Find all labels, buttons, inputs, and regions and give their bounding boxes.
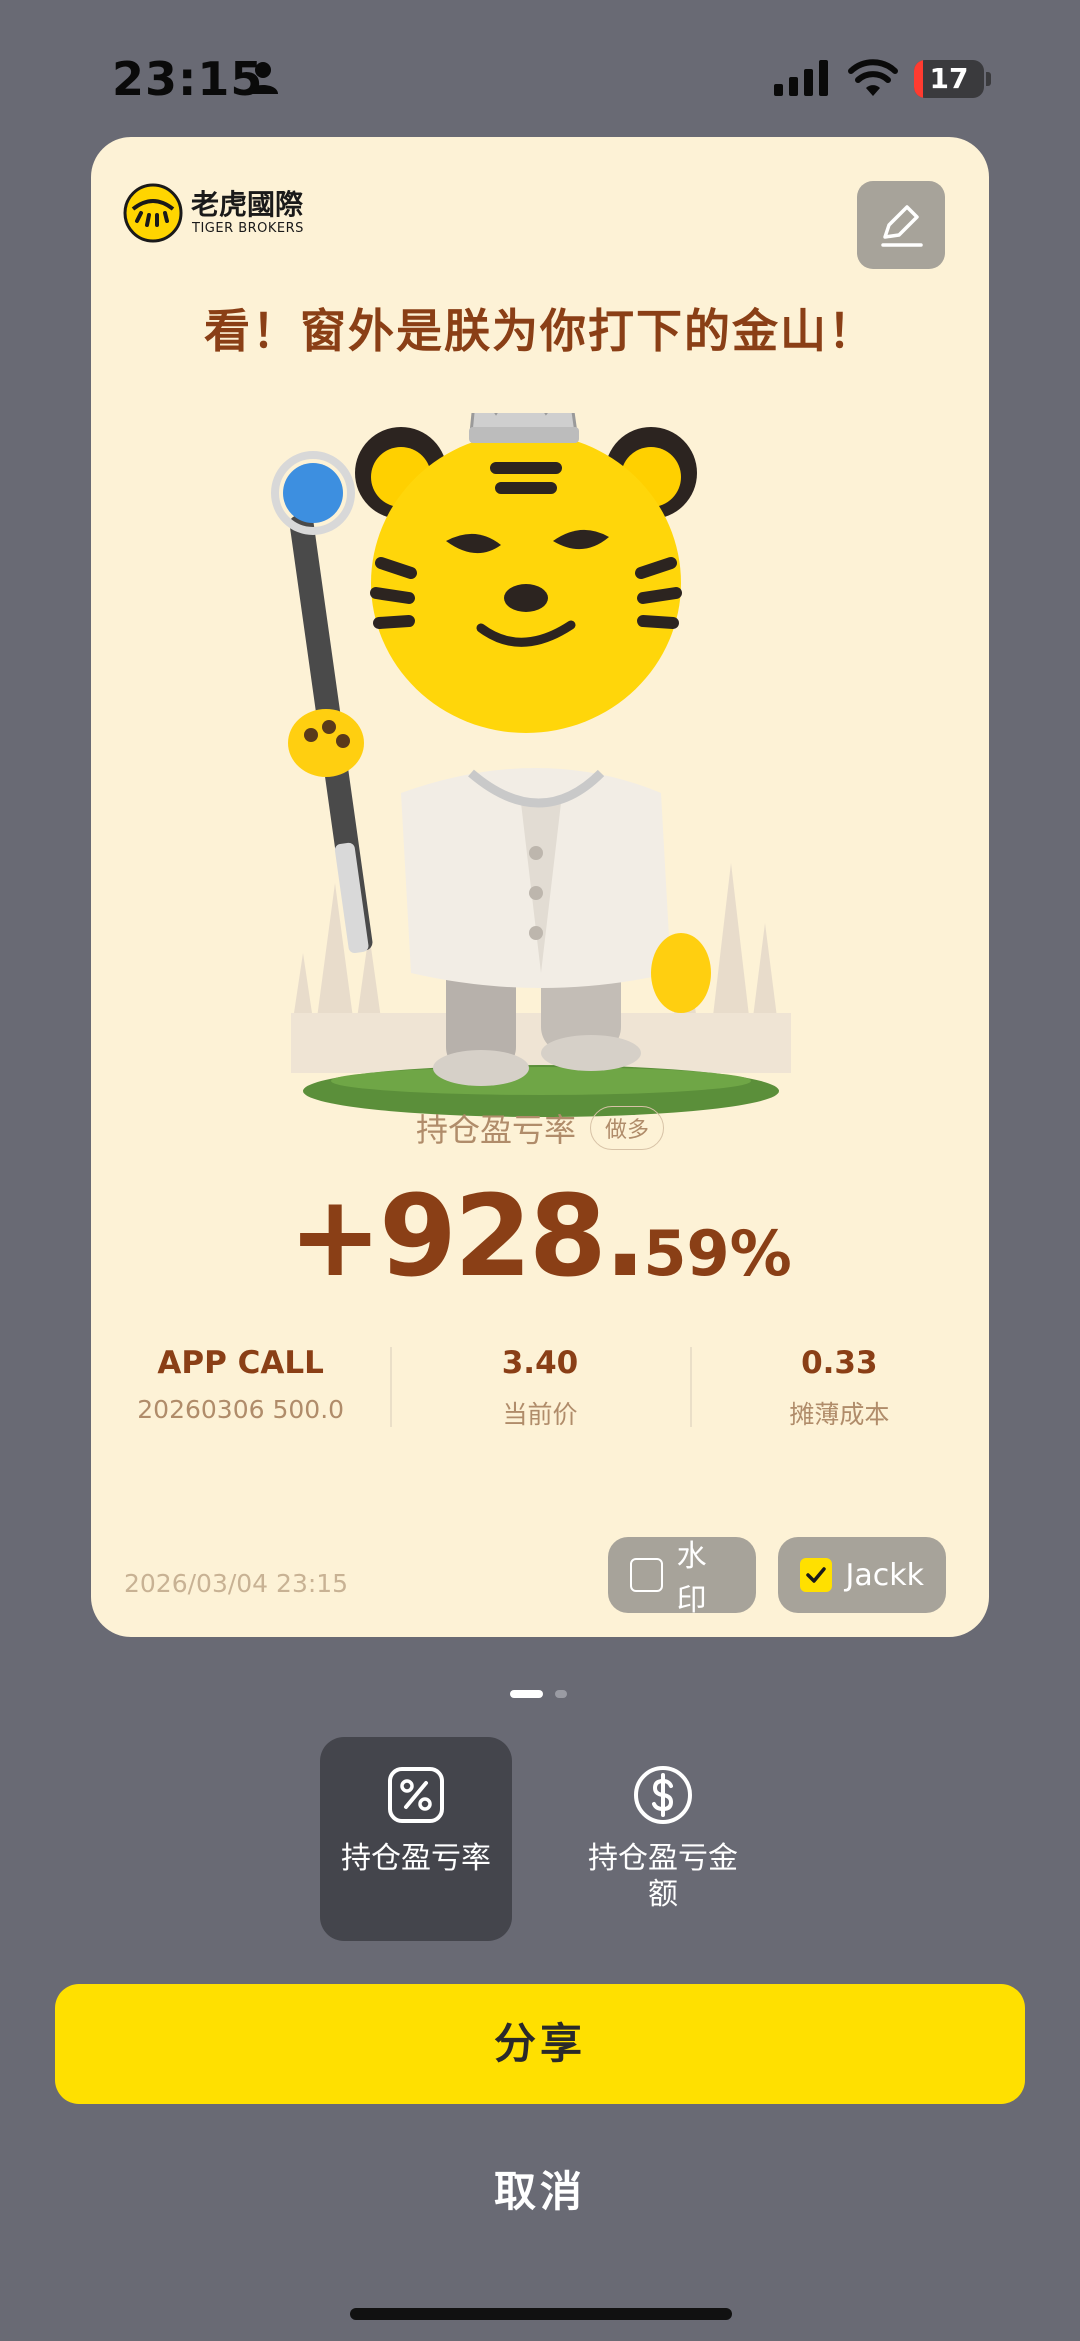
option-label: 持仓盈亏金额 [588, 1841, 738, 1912]
tiger-brokers-logo-icon [123, 183, 183, 243]
direction-badge: 做多 [590, 1106, 665, 1150]
wifi-icon [848, 59, 898, 96]
show-name-checkbox[interactable] [800, 1558, 832, 1592]
position-stats: APP CALL 20260306 500.0 3.40 当前价 0.33 摊薄… [91, 1337, 989, 1437]
battery-tip [986, 72, 991, 86]
show-name-label: Jackk [845, 1557, 924, 1593]
stat-diluted-cost: 0.33 摊薄成本 [689, 1337, 989, 1437]
status-bar: 23:15 17 [0, 0, 1080, 150]
stat-value: 0.33 [801, 1345, 878, 1381]
share-button[interactable]: 分享 [55, 1984, 1025, 2104]
person-icon [248, 62, 278, 94]
stat-value: APP CALL [157, 1345, 324, 1381]
stat-current-price: 3.40 当前价 [390, 1337, 689, 1437]
cellular-signal-icon [774, 60, 828, 96]
brand-name-en: TIGER BROKERS [192, 221, 304, 236]
page-dot-active [510, 1690, 543, 1698]
stat-contract: APP CALL 20260306 500.0 [91, 1337, 390, 1437]
option-return-amount[interactable]: 持仓盈亏金额 [567, 1737, 759, 1941]
brand-name-cn: 老虎國際 [191, 188, 304, 221]
metric-label: 持仓盈亏率 [415, 1111, 576, 1149]
metric-label-row: 持仓盈亏率 做多 [91, 1105, 989, 1151]
battery-indicator: 17 [914, 60, 984, 98]
dollar-icon [634, 1766, 692, 1824]
watermark-toggle[interactable]: 水印 [608, 1537, 756, 1618]
battery-level: 17 [929, 62, 969, 95]
stat-label: 当前价 [502, 1400, 578, 1429]
stat-label: 摊薄成本 [789, 1400, 890, 1429]
status-time: 23:15 [112, 52, 264, 106]
option-return-rate[interactable]: 持仓盈亏率 [320, 1737, 512, 1941]
stat-value: 3.40 [501, 1345, 579, 1381]
stat-label: 20260306 500.0 [137, 1395, 345, 1424]
tiger-king-mascot-illustration [271, 413, 791, 1117]
card-timestamp: 2026/03/04 23:15 [124, 1569, 349, 1598]
edit-pencil-icon [881, 205, 923, 247]
share-card: 老虎國際 TIGER BROKERS 看！窗外是朕为你打下的金山！ 持仓盈亏率 … [91, 137, 989, 1637]
cancel-button[interactable]: 取消 [0, 2158, 1080, 2219]
page-dot [555, 1690, 567, 1698]
watermark-label: 水印 [676, 1539, 707, 1618]
return-rate-decimal: 59% [643, 1217, 792, 1290]
percent-icon [388, 1767, 444, 1823]
home-indicator[interactable] [350, 2308, 732, 2320]
option-label: 持仓盈亏率 [341, 1841, 491, 1876]
watermark-checkbox[interactable] [630, 1558, 663, 1592]
return-rate-integer: +928. [288, 1172, 646, 1302]
checkmark-icon [806, 1567, 826, 1583]
show-name-toggle[interactable]: Jackk [778, 1537, 946, 1613]
card-headline: 看！窗外是朕为你打下的金山！ [204, 304, 876, 358]
edit-button[interactable] [857, 181, 945, 269]
return-rate-value: +928.59% [91, 1172, 989, 1302]
